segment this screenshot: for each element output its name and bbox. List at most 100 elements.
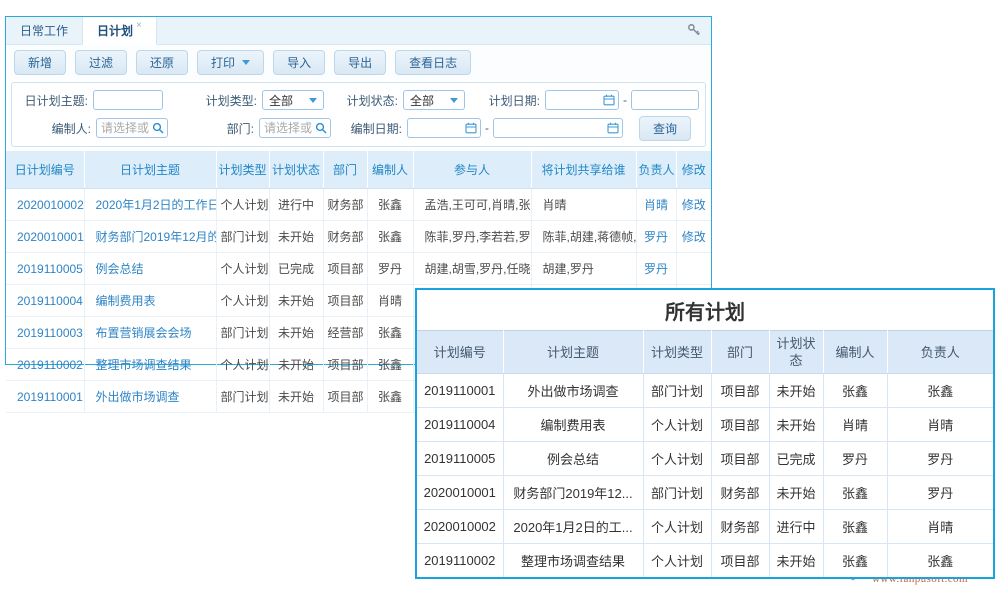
table-row[interactable]: 20200100022020年1月2日的工...个人计划财务部进行中张鑫肖晴 — [417, 510, 993, 544]
cell: 张鑫 — [887, 374, 993, 408]
cell[interactable]: 2019110001 — [6, 381, 84, 413]
table-row[interactable]: 20200100022020年1月2日的工作日...个人计划进行中财务部张鑫孟浩… — [6, 189, 711, 221]
subject-label: 日计划主题: — [18, 92, 88, 109]
column-header[interactable]: 将计划共享给谁 — [531, 151, 636, 189]
cell[interactable]: 布置营销展会会场 — [84, 317, 216, 349]
subject-input[interactable] — [93, 90, 163, 110]
cell: 2020010002 — [417, 510, 503, 544]
add-button[interactable]: 新增 — [14, 50, 66, 75]
dept-input[interactable] — [259, 118, 331, 138]
cell: 2019110005 — [417, 442, 503, 476]
plan-type-select[interactable]: 全部 — [262, 90, 324, 110]
cell: 财务部门2019年12... — [503, 476, 643, 510]
plan-date-label: 计划日期: — [484, 92, 540, 109]
tab-daily-work[interactable]: 日常工作 — [6, 17, 82, 44]
table-row[interactable]: 2019110005例会总结个人计划项目部已完成罗丹罗丹 — [417, 442, 993, 476]
column-header[interactable]: 部门 — [323, 151, 367, 189]
cell: 进行中 — [769, 510, 823, 544]
column-header[interactable]: 计划状态 — [269, 151, 323, 189]
make-date-label: 编制日期: — [346, 120, 402, 137]
cell: 张鑫 — [367, 189, 413, 221]
make-date-start-input[interactable] — [407, 118, 481, 138]
table-row[interactable]: 2019110005例会总结个人计划已完成项目部罗丹胡建,胡雪,罗丹,任晓...… — [6, 253, 711, 285]
table-row[interactable]: 2020010001财务部门2019年12月的...部门计划未开始财务部张鑫陈菲… — [6, 221, 711, 253]
cell[interactable]: 例会总结 — [84, 253, 216, 285]
cell: 经营部 — [323, 317, 367, 349]
restore-button[interactable]: 还原 — [136, 50, 188, 75]
table-row[interactable]: 2019110001外出做市场调查部门计划项目部未开始张鑫张鑫 — [417, 374, 993, 408]
print-button[interactable]: 打印 — [197, 50, 264, 75]
cell: 个人计划 — [216, 189, 269, 221]
cell: 孟浩,王可可,肖晴,张鑫 — [413, 189, 531, 221]
cell[interactable]: 财务部门2019年12月的... — [84, 221, 216, 253]
cell[interactable]: 2019110004 — [6, 285, 84, 317]
export-button[interactable]: 导出 — [334, 50, 386, 75]
column-header[interactable]: 修改 — [676, 151, 711, 189]
cell[interactable]: 肖晴 — [636, 189, 676, 221]
cell[interactable]: 外出做市场调查 — [84, 381, 216, 413]
cell: 2019110001 — [417, 374, 503, 408]
plan-date-end-input[interactable] — [631, 90, 699, 110]
column-header[interactable]: 日计划编号 — [6, 151, 84, 189]
cell[interactable]: 2020010001 — [6, 221, 84, 253]
cell: 项目部 — [323, 349, 367, 381]
column-header[interactable]: 编制人 — [367, 151, 413, 189]
cell: 肖晴 — [531, 189, 636, 221]
cell: 进行中 — [269, 189, 323, 221]
key-icon[interactable] — [687, 23, 701, 42]
filter-panel: 日计划主题: 计划类型: 全部 计划状态: 全部 计划日期: - — [11, 82, 706, 147]
cell: 胡建,胡雪,罗丹,任晓... — [413, 253, 531, 285]
plan-status-select[interactable]: 全部 — [403, 90, 465, 110]
plan-date-start-input[interactable] — [545, 90, 619, 110]
cell: 陈菲,胡建,蒋德帧,... — [531, 221, 636, 253]
header-row: 计划编号 计划主题 计划类型 部门 计划状态 编制人 负责人 — [417, 331, 993, 374]
column-header[interactable]: 计划类型 — [216, 151, 269, 189]
view-log-button[interactable]: 查看日志 — [395, 50, 471, 75]
cell[interactable]: 2020年1月2日的工作日... — [84, 189, 216, 221]
caret-down-icon — [450, 98, 458, 103]
cell: 部门计划 — [216, 381, 269, 413]
cell: 项目部 — [711, 408, 769, 442]
cell[interactable]: 整理市场调查结果 — [84, 349, 216, 381]
table-row[interactable]: 2020010001财务部门2019年12...部门计划财务部未开始张鑫罗丹 — [417, 476, 993, 510]
table-row[interactable]: 2019110004编制费用表个人计划项目部未开始肖晴肖晴 — [417, 408, 993, 442]
tab-daily-plan[interactable]: 日计划 × — [82, 17, 157, 45]
cell: 陈菲,罗丹,李若若,罗... — [413, 221, 531, 253]
cell: 2020010001 — [417, 476, 503, 510]
cell[interactable]: 修改 — [676, 221, 711, 253]
cell[interactable]: 2020010002 — [6, 189, 84, 221]
column-header[interactable]: 参与人 — [413, 151, 531, 189]
query-button[interactable]: 查询 — [639, 116, 691, 141]
make-date-end-input[interactable] — [493, 118, 623, 138]
table-row[interactable]: 2019110002整理市场调查结果个人计划项目部未开始张鑫张鑫 — [417, 544, 993, 578]
cell[interactable]: 罗丹 — [636, 221, 676, 253]
cell: 张鑫 — [367, 381, 413, 413]
cell[interactable]: 2019110005 — [6, 253, 84, 285]
cell[interactable]: 2019110002 — [6, 349, 84, 381]
cell[interactable]: 编制费用表 — [84, 285, 216, 317]
maker-input[interactable] — [96, 118, 168, 138]
column-header[interactable]: 负责人 — [636, 151, 676, 189]
filter-button[interactable]: 过滤 — [75, 50, 127, 75]
cell[interactable]: 罗丹 — [636, 253, 676, 285]
cell: 项目部 — [711, 374, 769, 408]
cell[interactable]: 2019110003 — [6, 317, 84, 349]
cell: 未开始 — [769, 476, 823, 510]
cell: 项目部 — [711, 544, 769, 578]
cell[interactable]: 修改 — [676, 189, 711, 221]
maker-label: 编制人: — [45, 120, 91, 137]
column-header: 负责人 — [887, 331, 993, 374]
import-button[interactable]: 导入 — [273, 50, 325, 75]
cell: 张鑫 — [823, 544, 887, 578]
dept-label: 部门: — [218, 120, 254, 137]
cell: 2020年1月2日的工... — [503, 510, 643, 544]
column-header[interactable]: 日计划主题 — [84, 151, 216, 189]
cell: 个人计划 — [643, 510, 711, 544]
column-header: 计划编号 — [417, 331, 503, 374]
cell: 财务部 — [711, 510, 769, 544]
cell: 例会总结 — [503, 442, 643, 476]
header-row: 日计划编号 日计划主题 计划类型 计划状态 部门 编制人 参与人 将计划共享给谁… — [6, 151, 711, 189]
column-header: 编制人 — [823, 331, 887, 374]
close-icon[interactable]: × — [136, 20, 142, 31]
cell: 肖晴 — [367, 285, 413, 317]
